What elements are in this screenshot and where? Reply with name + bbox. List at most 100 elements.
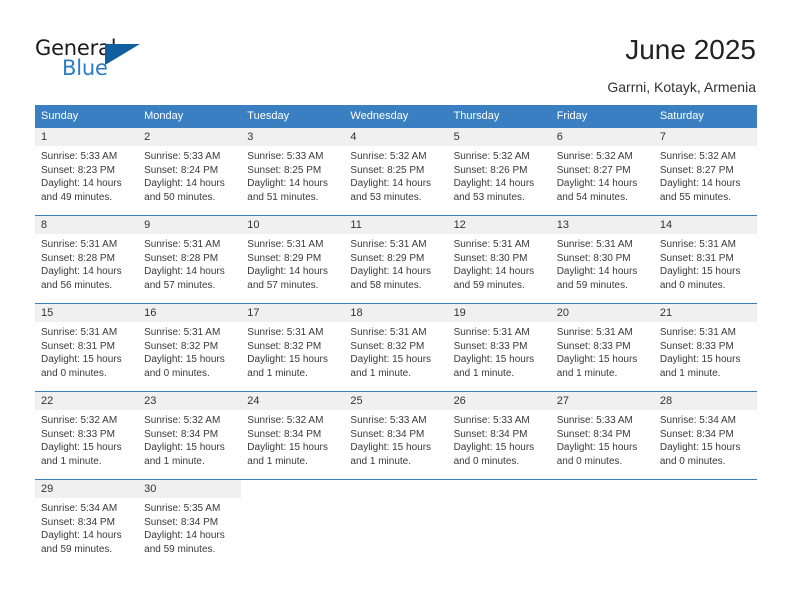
day-detail-line: Sunrise: 5:34 AM — [659, 415, 736, 426]
day-cell-inner: 17 Sunrise: 5:31 AM Sunset: 8:32 PM Dayligh… — [241, 304, 345, 391]
day-detail-line: Daylight: 14 hours — [144, 178, 225, 190]
day-detail-line: Sunset: 8:34 PM — [144, 516, 219, 528]
day-detail-line: Daylight: 14 hours — [41, 530, 122, 542]
day-detail-line: Sunset: 8:34 PM — [350, 428, 425, 440]
day-cell-inner: 5 Sunrise: 5:32 AM Sunset: 8:26 PM Daylight… — [447, 128, 551, 215]
day-detail-line: Daylight: 14 hours — [144, 530, 225, 542]
calendar-day-cell[interactable]: 4 Sunrise: 5:32 AM Sunset: 8:25 PM Daylight… — [344, 127, 448, 216]
day-detail-line: Sunrise: 5:32 AM — [659, 151, 736, 162]
day-detail-line: Daylight: 14 hours — [41, 178, 122, 190]
calendar-day-cell[interactable]: 2 Sunrise: 5:33 AM Sunset: 8:24 PM Daylight… — [138, 127, 242, 216]
calendar-day-cell[interactable]: 15 Sunrise: 5:31 AM Sunset: 8:31 PM Dayligh… — [35, 303, 139, 392]
day-detail-line: Sunrise: 5:31 AM — [350, 327, 427, 338]
day-cell-inner: 19 Sunrise: 5:31 AM Sunset: 8:33 PM Dayligh… — [447, 304, 551, 391]
day-number — [448, 480, 551, 498]
calendar-day-cell[interactable]: 9 Sunrise: 5:31 AM Sunset: 8:28 PM Daylight… — [138, 215, 242, 304]
day-detail-line: and 1 minute. — [350, 455, 412, 467]
calendar-day-cell[interactable]: 17 Sunrise: 5:31 AM Sunset: 8:32 PM Dayligh… — [241, 303, 345, 392]
day-detail-line: Sunrise: 5:33 AM — [556, 415, 633, 426]
calendar-day-cell[interactable]: 12 Sunrise: 5:31 AM Sunset: 8:30 PM Dayligh… — [447, 215, 551, 304]
calendar-day-cell[interactable]: 10 Sunrise: 5:31 AM Sunset: 8:29 PM Dayligh… — [241, 215, 345, 304]
day-number: 22 — [35, 392, 139, 410]
day-cell-inner: 13 Sunrise: 5:31 AM Sunset: 8:30 PM Dayligh… — [550, 216, 654, 303]
calendar-day-cell[interactable]: 21 Sunrise: 5:31 AM Sunset: 8:33 PM Dayligh… — [653, 303, 757, 392]
weekday-header-saturday: Saturday — [653, 105, 757, 128]
calendar-day-cell[interactable]: 13 Sunrise: 5:31 AM Sunset: 8:30 PM Dayligh… — [550, 215, 654, 304]
calendar-day-cell[interactable]: 23 Sunrise: 5:32 AM Sunset: 8:34 PM Dayligh… — [138, 391, 242, 480]
day-details: Sunrise: 5:31 AM Sunset: 8:29 PM Daylight:… — [241, 234, 344, 292]
day-cell-inner: 27 Sunrise: 5:33 AM Sunset: 8:34 PM Dayligh… — [550, 392, 654, 479]
calendar-day-cell[interactable]: 16 Sunrise: 5:31 AM Sunset: 8:32 PM Dayligh… — [138, 303, 242, 392]
calendar-day-cell[interactable]: 6 Sunrise: 5:32 AM Sunset: 8:27 PM Daylight… — [550, 127, 654, 216]
calendar-day-cell[interactable]: 1 Sunrise: 5:33 AM Sunset: 8:23 PM Daylight… — [35, 127, 139, 216]
day-detail-line: and 59 minutes. — [144, 543, 216, 555]
day-detail-line: Sunset: 8:33 PM — [41, 428, 115, 440]
day-detail-line: and 53 minutes. — [350, 191, 422, 203]
day-details: Sunrise: 5:32 AM Sunset: 8:34 PM Daylight:… — [138, 410, 241, 468]
calendar-day-cell[interactable]: 25 Sunrise: 5:33 AM Sunset: 8:34 PM Dayligh… — [344, 391, 448, 480]
calendar-day-cell[interactable]: 27 Sunrise: 5:33 AM Sunset: 8:34 PM Dayligh… — [550, 391, 654, 480]
day-detail-line: and 57 minutes. — [144, 279, 216, 291]
calendar-day-cell[interactable]: 28 Sunrise: 5:34 AM Sunset: 8:34 PM Dayligh… — [653, 391, 757, 480]
calendar-day-cell[interactable]: 11 Sunrise: 5:31 AM Sunset: 8:29 PM Dayligh… — [344, 215, 448, 304]
day-number: 29 — [35, 480, 139, 498]
day-details: Sunrise: 5:31 AM Sunset: 8:33 PM Daylight:… — [448, 322, 551, 380]
calendar-week-row: 22 Sunrise: 5:32 AM Sunset: 8:33 PM Dayligh… — [35, 391, 757, 480]
day-detail-line: and 0 minutes. — [659, 279, 726, 291]
calendar-day-cell[interactable]: 26 Sunrise: 5:33 AM Sunset: 8:34 PM Dayligh… — [447, 391, 551, 480]
day-detail-line: and 51 minutes. — [247, 191, 319, 203]
day-cell-inner: 15 Sunrise: 5:31 AM Sunset: 8:31 PM Dayligh… — [35, 304, 139, 391]
day-details: Sunrise: 5:31 AM Sunset: 8:32 PM Daylight:… — [138, 322, 241, 380]
calendar-day-cell[interactable]: 3 Sunrise: 5:33 AM Sunset: 8:25 PM Daylight… — [241, 127, 345, 216]
day-detail-line: Daylight: 15 hours — [453, 354, 535, 366]
day-detail-line: Sunset: 8:33 PM — [659, 340, 734, 352]
day-details: Sunrise: 5:33 AM Sunset: 8:25 PM Daylight:… — [241, 146, 344, 204]
calendar-day-cell[interactable]: 7 Sunrise: 5:32 AM Sunset: 8:27 PM Daylight… — [653, 127, 757, 216]
day-detail-line: and 0 minutes. — [41, 367, 107, 379]
day-details: Sunrise: 5:32 AM Sunset: 8:33 PM Daylight:… — [35, 410, 138, 468]
general-blue-logo[interactable]: General Blue — [35, 36, 165, 84]
day-detail-line: Sunset: 8:34 PM — [41, 516, 115, 528]
page-subtitle: Garrni, Kotayk, Armenia — [607, 79, 756, 95]
calendar-day-cell[interactable]: 30 Sunrise: 5:35 AM Sunset: 8:34 PM Dayligh… — [138, 479, 242, 568]
calendar-day-cell-empty — [447, 479, 551, 568]
day-detail-line: Sunrise: 5:31 AM — [41, 239, 118, 250]
day-number: 25 — [344, 392, 448, 410]
day-detail-line: Sunrise: 5:31 AM — [350, 239, 427, 250]
day-cell-inner: 29 Sunrise: 5:34 AM Sunset: 8:34 PM Dayligh… — [35, 480, 139, 568]
day-detail-line: Daylight: 14 hours — [659, 178, 741, 190]
day-detail-line: Sunrise: 5:32 AM — [556, 151, 633, 162]
day-cell-inner — [344, 480, 447, 568]
calendar-day-cell[interactable]: 18 Sunrise: 5:31 AM Sunset: 8:32 PM Dayligh… — [344, 303, 448, 392]
calendar-day-cell[interactable]: 19 Sunrise: 5:31 AM Sunset: 8:33 PM Dayligh… — [447, 303, 551, 392]
calendar-day-cell[interactable]: 14 Sunrise: 5:31 AM Sunset: 8:31 PM Dayligh… — [653, 215, 757, 304]
calendar-day-cell[interactable]: 29 Sunrise: 5:34 AM Sunset: 8:34 PM Dayligh… — [35, 479, 139, 568]
day-detail-line: Sunset: 8:27 PM — [556, 164, 631, 176]
day-detail-line: Sunset: 8:34 PM — [144, 428, 219, 440]
calendar-day-cell[interactable]: 20 Sunrise: 5:31 AM Sunset: 8:33 PM Dayligh… — [550, 303, 654, 392]
day-detail-line: Sunset: 8:23 PM — [41, 164, 115, 176]
calendar-day-cell[interactable]: 24 Sunrise: 5:32 AM Sunset: 8:34 PM Dayligh… — [241, 391, 345, 480]
day-detail-line: and 57 minutes. — [247, 279, 319, 291]
day-number: 20 — [550, 304, 654, 322]
day-detail-line: Sunrise: 5:31 AM — [556, 239, 633, 250]
day-cell-inner: 16 Sunrise: 5:31 AM Sunset: 8:32 PM Dayligh… — [138, 304, 242, 391]
day-detail-line: and 1 minute. — [556, 367, 618, 379]
day-number: 27 — [550, 392, 654, 410]
calendar-day-cell[interactable]: 8 Sunrise: 5:31 AM Sunset: 8:28 PM Daylight… — [35, 215, 139, 304]
day-number: 4 — [344, 128, 448, 146]
calendar-day-cell[interactable]: 5 Sunrise: 5:32 AM Sunset: 8:26 PM Daylight… — [447, 127, 551, 216]
day-detail-line: Daylight: 15 hours — [659, 442, 741, 454]
day-detail-line: Sunrise: 5:33 AM — [144, 151, 221, 162]
day-detail-line: Daylight: 14 hours — [350, 178, 432, 190]
day-details: Sunrise: 5:31 AM Sunset: 8:30 PM Daylight:… — [448, 234, 551, 292]
day-detail-line: Sunset: 8:29 PM — [350, 252, 425, 264]
day-number: 5 — [447, 128, 551, 146]
calendar-day-cell[interactable]: 22 Sunrise: 5:32 AM Sunset: 8:33 PM Dayligh… — [35, 391, 139, 480]
day-number: 28 — [653, 392, 757, 410]
day-number: 1 — [35, 128, 139, 146]
day-detail-line: Daylight: 14 hours — [144, 266, 225, 278]
day-details: Sunrise: 5:31 AM Sunset: 8:28 PM Daylight:… — [138, 234, 241, 292]
day-detail-line: Daylight: 15 hours — [247, 442, 328, 454]
day-detail-line: Sunset: 8:31 PM — [41, 340, 115, 352]
